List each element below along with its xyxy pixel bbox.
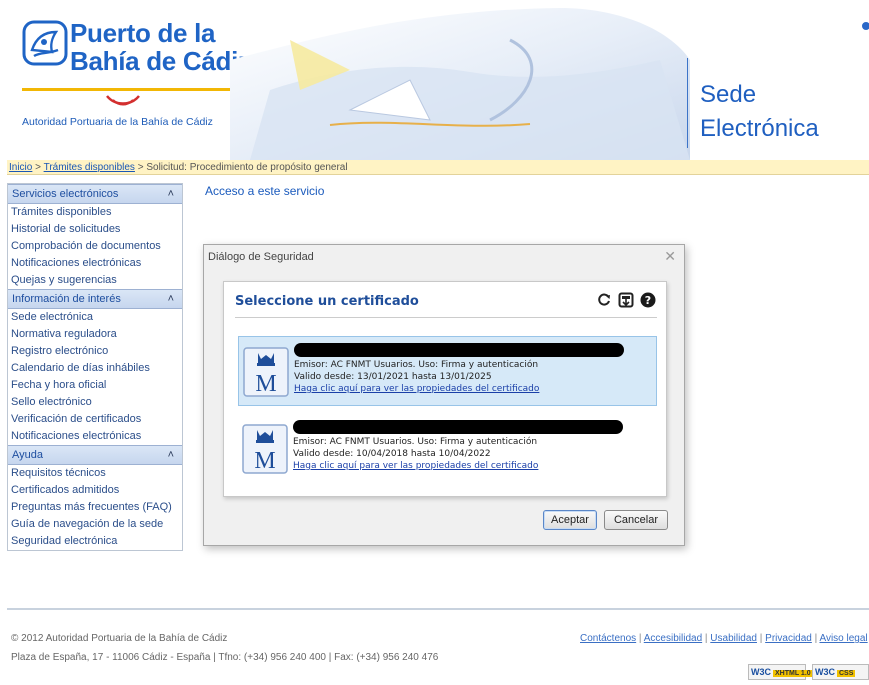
certificate-validity: Valido desde: 10/04/2018 hasta 10/04/202… <box>293 449 491 459</box>
footer-link-accessibility[interactable]: Accesibilidad <box>644 633 702 644</box>
sidebar-item-notificaciones[interactable]: Notificaciones electrónicas <box>8 255 182 272</box>
sidebar-item-registro[interactable]: Registro electrónico <box>8 343 182 360</box>
site-title-line2: Electrónica <box>700 115 819 142</box>
logo-subtitle: Autoridad Portuaria de la Bahía de Cádiz <box>22 116 213 128</box>
w3c-xhtml-badge[interactable]: W3C XHTML 1.0 <box>748 664 813 680</box>
fnmt-certificate-icon: M <box>242 424 288 474</box>
breadcrumb-separator: > <box>35 162 41 173</box>
logo-title-line1: Puerto de la <box>70 18 216 48</box>
site-title-line1: Sede <box>700 81 757 108</box>
logo-title-line2: Bahía de Cádiz <box>70 46 251 76</box>
redacted-subject-name <box>294 343 624 357</box>
sidebar-section-title: Servicios electrónicos <box>12 188 119 200</box>
sidebar-section-title: Ayuda <box>12 449 43 461</box>
breadcrumb-link-tramites[interactable]: Trámites disponibles <box>44 162 135 173</box>
sidebar-section-informacion[interactable]: Información de interés ˄ <box>8 289 182 309</box>
sidebar-item-tramites[interactable]: Trámites disponibles <box>8 204 182 221</box>
sidebar-item-historial[interactable]: Historial de solicitudes <box>8 221 182 238</box>
redacted-subject-name <box>293 420 623 434</box>
port-logo-icon <box>22 20 68 66</box>
header-divider <box>687 58 688 148</box>
footer-link-contact[interactable]: Contáctenos <box>580 633 636 644</box>
sidebar-item-fecha-hora[interactable]: Fecha y hora oficial <box>8 377 182 394</box>
sidebar-item-sello[interactable]: Sello electrónico <box>8 394 182 411</box>
chevron-up-icon[interactable]: ˄ <box>168 293 174 305</box>
breadcrumb-current: Solicitud: Procedimiento de propósito ge… <box>146 162 348 173</box>
breadcrumb: Inicio > Trámites disponibles > Solicitu… <box>7 160 869 175</box>
panel-toolbar: ? <box>596 292 656 308</box>
w3c-css-badge[interactable]: W3C CSS <box>812 664 869 680</box>
footer-copyright: © 2012 Autoridad Portuaria de la Bahía d… <box>11 633 228 644</box>
security-dialog: Diálogo de Seguridad ✕ Seleccione un cer… <box>203 244 685 546</box>
certificate-validity: Valido desde: 13/01/2021 hasta 13/01/202… <box>294 372 492 382</box>
footer-links: Contáctenos | Accesibilidad | Usabilidad… <box>580 633 868 644</box>
chevron-up-icon[interactable]: ˄ <box>168 188 174 200</box>
footer-link-legal[interactable]: Aviso legal <box>819 633 867 644</box>
logo-wave-icon <box>106 95 140 106</box>
w3c-badge-tag: CSS <box>837 670 856 677</box>
svg-text:M: M <box>255 371 276 397</box>
panel-divider <box>235 317 657 318</box>
sidebar-item-requisitos[interactable]: Requisitos técnicos <box>8 465 182 482</box>
sidebar-item-verificacion[interactable]: Verificación de certificados <box>8 411 182 428</box>
svg-text:?: ? <box>645 294 651 307</box>
logo-underline <box>22 88 232 91</box>
footer-link-privacy[interactable]: Privacidad <box>765 633 812 644</box>
sidebar-item-guia[interactable]: Guía de navegación de la sede <box>8 516 182 533</box>
sidebar-nav: Servicios electrónicos ˄ Trámites dispon… <box>7 183 183 551</box>
breadcrumb-separator: > <box>137 162 144 173</box>
certificate-issuer: Emisor: AC FNMT Usuarios. Uso: Firma y a… <box>293 437 538 447</box>
sidebar-item-certificados[interactable]: Certificados admitidos <box>8 482 182 499</box>
certificate-panel: Seleccione un certificado ? M Emisor: AC… <box>223 281 667 497</box>
header-banner-illustration <box>230 8 690 160</box>
footer-divider <box>7 608 869 610</box>
sidebar-item-quejas[interactable]: Quejas y sugerencias <box>8 272 182 289</box>
certificate-properties-link[interactable]: Haga clic aquí para ver las propiedades … <box>294 384 539 394</box>
fnmt-certificate-icon: M <box>243 347 289 397</box>
dialog-title: Diálogo de Seguridad <box>208 251 314 263</box>
corner-dot-icon <box>862 22 869 30</box>
footer-address: Plaza de España, 17 - 11006 Cádiz - Espa… <box>11 652 439 663</box>
svg-text:M: M <box>254 448 275 474</box>
panel-heading: Seleccione un certificado <box>235 294 419 309</box>
sidebar-item-calendario[interactable]: Calendario de días inhábiles <box>8 360 182 377</box>
sidebar-section-title: Información de interés <box>12 293 121 305</box>
sidebar-section-ayuda[interactable]: Ayuda ˄ <box>8 445 182 465</box>
certificate-item[interactable]: M Emisor: AC FNMT Usuarios. Uso: Firma y… <box>238 336 657 406</box>
chevron-up-icon[interactable]: ˄ <box>168 449 174 461</box>
sidebar-section-servicios[interactable]: Servicios electrónicos ˄ <box>8 184 182 204</box>
certificate-item[interactable]: M Emisor: AC FNMT Usuarios. Uso: Firma y… <box>238 414 657 484</box>
help-icon[interactable]: ? <box>640 292 656 308</box>
w3c-badge-label: W3C <box>815 667 835 677</box>
sidebar-item-sede[interactable]: Sede electrónica <box>8 309 182 326</box>
certificate-properties-link[interactable]: Haga clic aquí para ver las propiedades … <box>293 461 538 471</box>
import-icon[interactable] <box>618 292 634 308</box>
w3c-badge-label: W3C <box>751 667 771 677</box>
sidebar-item-faq[interactable]: Preguntas más frecuentes (FAQ) <box>8 499 182 516</box>
site-header: Puerto de la Bahía de Cádiz Autoridad Po… <box>0 0 869 160</box>
sidebar-item-seguridad[interactable]: Seguridad electrónica <box>8 533 182 550</box>
refresh-icon[interactable] <box>596 292 612 308</box>
dialog-titlebar[interactable]: Diálogo de Seguridad ✕ <box>204 245 684 268</box>
page-title: Acceso a este servicio <box>205 184 325 198</box>
accept-button[interactable]: Aceptar <box>543 510 597 530</box>
breadcrumb-link-inicio[interactable]: Inicio <box>9 162 32 173</box>
footer-link-usability[interactable]: Usabilidad <box>710 633 757 644</box>
w3c-badge-tag: XHTML 1.0 <box>773 670 813 677</box>
close-icon[interactable]: ✕ <box>664 248 676 265</box>
certificate-issuer: Emisor: AC FNMT Usuarios. Uso: Firma y a… <box>294 360 539 370</box>
site-title: Sede Electrónica <box>700 78 819 146</box>
sidebar-item-comprobacion[interactable]: Comprobación de documentos <box>8 238 182 255</box>
sidebar-item-notificaciones-2[interactable]: Notificaciones electrónicas <box>8 428 182 445</box>
sidebar-item-normativa[interactable]: Normativa reguladora <box>8 326 182 343</box>
cancel-button[interactable]: Cancelar <box>604 510 668 530</box>
